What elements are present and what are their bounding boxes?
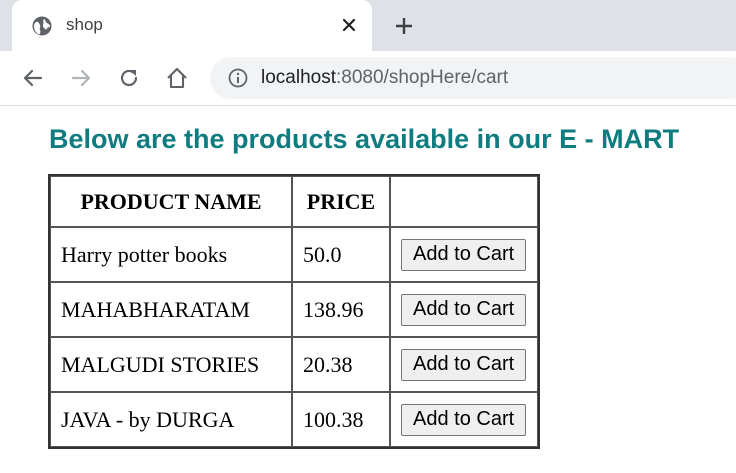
back-icon[interactable] [20,65,46,91]
table-row: MAHABHARATAM 138.96 Add to Cart [50,282,538,337]
product-price: 20.38 [292,337,390,392]
add-to-cart-button[interactable]: Add to Cart [401,293,527,326]
url-path: :8080/shopHere/cart [336,67,509,88]
product-name: MAHABHARATAM [50,282,292,337]
action-cell: Add to Cart [390,337,538,392]
tab-strip: shop [0,0,736,51]
header-price: PRICE [292,176,390,227]
table-header-row: PRODUCT NAME PRICE [50,176,538,227]
reload-icon[interactable] [116,65,142,91]
address-bar[interactable]: localhost:8080/shopHere/cart [210,57,736,99]
header-product-name: PRODUCT NAME [50,176,292,227]
forward-icon[interactable] [68,65,94,91]
add-to-cart-button[interactable]: Add to Cart [401,238,527,271]
action-cell: Add to Cart [390,227,538,282]
table-row: Harry potter books 50.0 Add to Cart [50,227,538,282]
add-to-cart-button[interactable]: Add to Cart [401,403,527,436]
close-icon[interactable] [338,14,360,36]
header-action [390,176,538,227]
url-host: localhost [261,67,336,88]
product-name: JAVA - by DURGA [50,392,292,447]
home-icon[interactable] [164,65,190,91]
product-name: Harry potter books [50,227,292,282]
url-text: localhost:8080/shopHere/cart [261,67,508,89]
new-tab-icon[interactable] [392,14,416,38]
browser-toolbar: localhost:8080/shopHere/cart [0,51,736,106]
tab-title: shop [66,15,103,34]
product-price: 100.38 [292,392,390,447]
product-price: 138.96 [292,282,390,337]
product-price: 50.0 [292,227,390,282]
info-icon[interactable] [227,67,249,89]
action-cell: Add to Cart [390,392,538,447]
add-to-cart-button[interactable]: Add to Cart [401,348,527,381]
product-name: MALGUDI STORIES [50,337,292,392]
globe-icon [32,16,52,36]
table-row: MALGUDI STORIES 20.38 Add to Cart [50,337,538,392]
browser-tab[interactable]: shop [12,0,372,51]
action-cell: Add to Cart [390,282,538,337]
products-table: PRODUCT NAME PRICE Harry potter books 50… [48,174,540,449]
table-row: JAVA - by DURGA 100.38 Add to Cart [50,392,538,447]
page-heading: Below are the products available in our … [49,124,680,154]
